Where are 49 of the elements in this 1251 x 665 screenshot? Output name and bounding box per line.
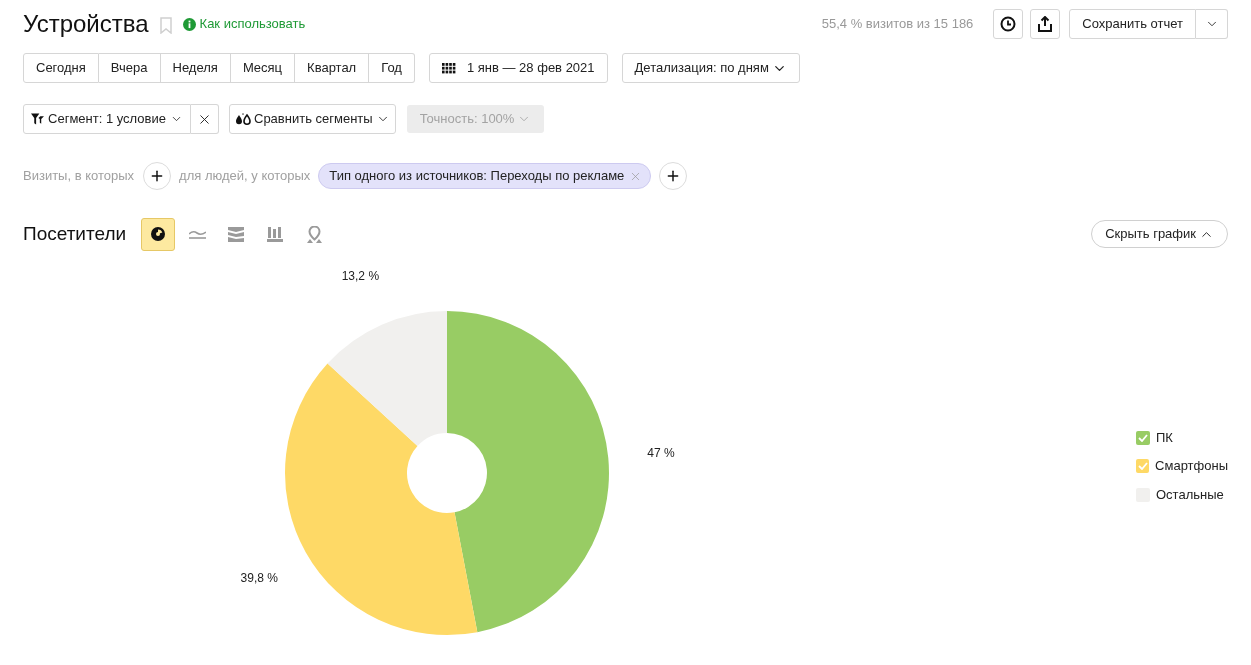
calendar-grid-icon: [441, 62, 456, 74]
period-button[interactable]: Неделя: [160, 53, 231, 83]
chip-label: Тип одного из источников: Переходы по рекламе: [329, 167, 625, 186]
detail-select[interactable]: Детализация: по дням: [621, 53, 800, 83]
upload-icon: [1038, 16, 1053, 32]
stacked-area-icon: [228, 226, 245, 242]
page-title: Устройства: [23, 9, 149, 39]
chart-type-button[interactable]: [141, 217, 176, 251]
period-button[interactable]: Сегодня: [23, 53, 99, 83]
clear-segment-button[interactable]: [191, 104, 219, 134]
date-range-button[interactable]: 1 янв — 28 фев 2021: [428, 53, 608, 83]
percent-label: 47 %: [647, 445, 675, 460]
export-button[interactable]: [1030, 9, 1061, 39]
filter-icon: [31, 113, 44, 125]
pie-chart-icon: [151, 227, 166, 241]
check-icon: [1137, 462, 1148, 470]
history-button[interactable]: [993, 9, 1024, 39]
percent-label: 39,8 %: [240, 570, 278, 585]
map-pin-icon: [306, 225, 322, 243]
help-link[interactable]: Как использовать: [199, 14, 306, 34]
percent-label: 13,2 %: [341, 269, 380, 284]
legend-checkbox[interactable]: [1136, 430, 1150, 445]
info-icon: [182, 17, 196, 31]
bookmark-icon[interactable]: [159, 16, 172, 34]
check-icon: [1138, 433, 1148, 442]
segment-button[interactable]: Сегмент: 1 условие: [23, 104, 191, 134]
compare-segments-button[interactable]: Сравнить сегменты: [229, 104, 396, 134]
add-condition-button[interactable]: [659, 162, 688, 190]
legend-label: ПК: [1156, 428, 1173, 447]
clock-icon: [1000, 16, 1017, 32]
bar-chart-icon: [267, 226, 284, 242]
people-label: для людей, у которых: [179, 167, 311, 186]
drops-icon: [235, 113, 251, 125]
period-button[interactable]: Месяц: [230, 53, 296, 83]
save-report-button[interactable]: Сохранить отчет: [1069, 9, 1196, 39]
save-options-button[interactable]: [1196, 9, 1228, 39]
visits-label: Визиты, в которых: [23, 167, 135, 186]
hide-chart-button[interactable]: Скрыть график: [1091, 220, 1228, 248]
sample-info: 55,4 % визитов из 15 186: [821, 15, 974, 34]
period-button[interactable]: Год: [369, 53, 415, 83]
legend-label: Смартфоны: [1155, 457, 1228, 476]
condition-chip[interactable]: Тип одного из источников: Переходы по рекламе: [318, 163, 652, 189]
period-button[interactable]: Квартал: [295, 53, 370, 83]
legend-checkbox[interactable]: [1136, 459, 1150, 473]
add-condition-button[interactable]: [143, 162, 172, 190]
section-title: Посетители: [23, 221, 127, 246]
line-chart-icon: [188, 229, 206, 239]
legend-label: Остальные: [1156, 485, 1224, 504]
period-button[interactable]: Вчера: [98, 53, 161, 83]
